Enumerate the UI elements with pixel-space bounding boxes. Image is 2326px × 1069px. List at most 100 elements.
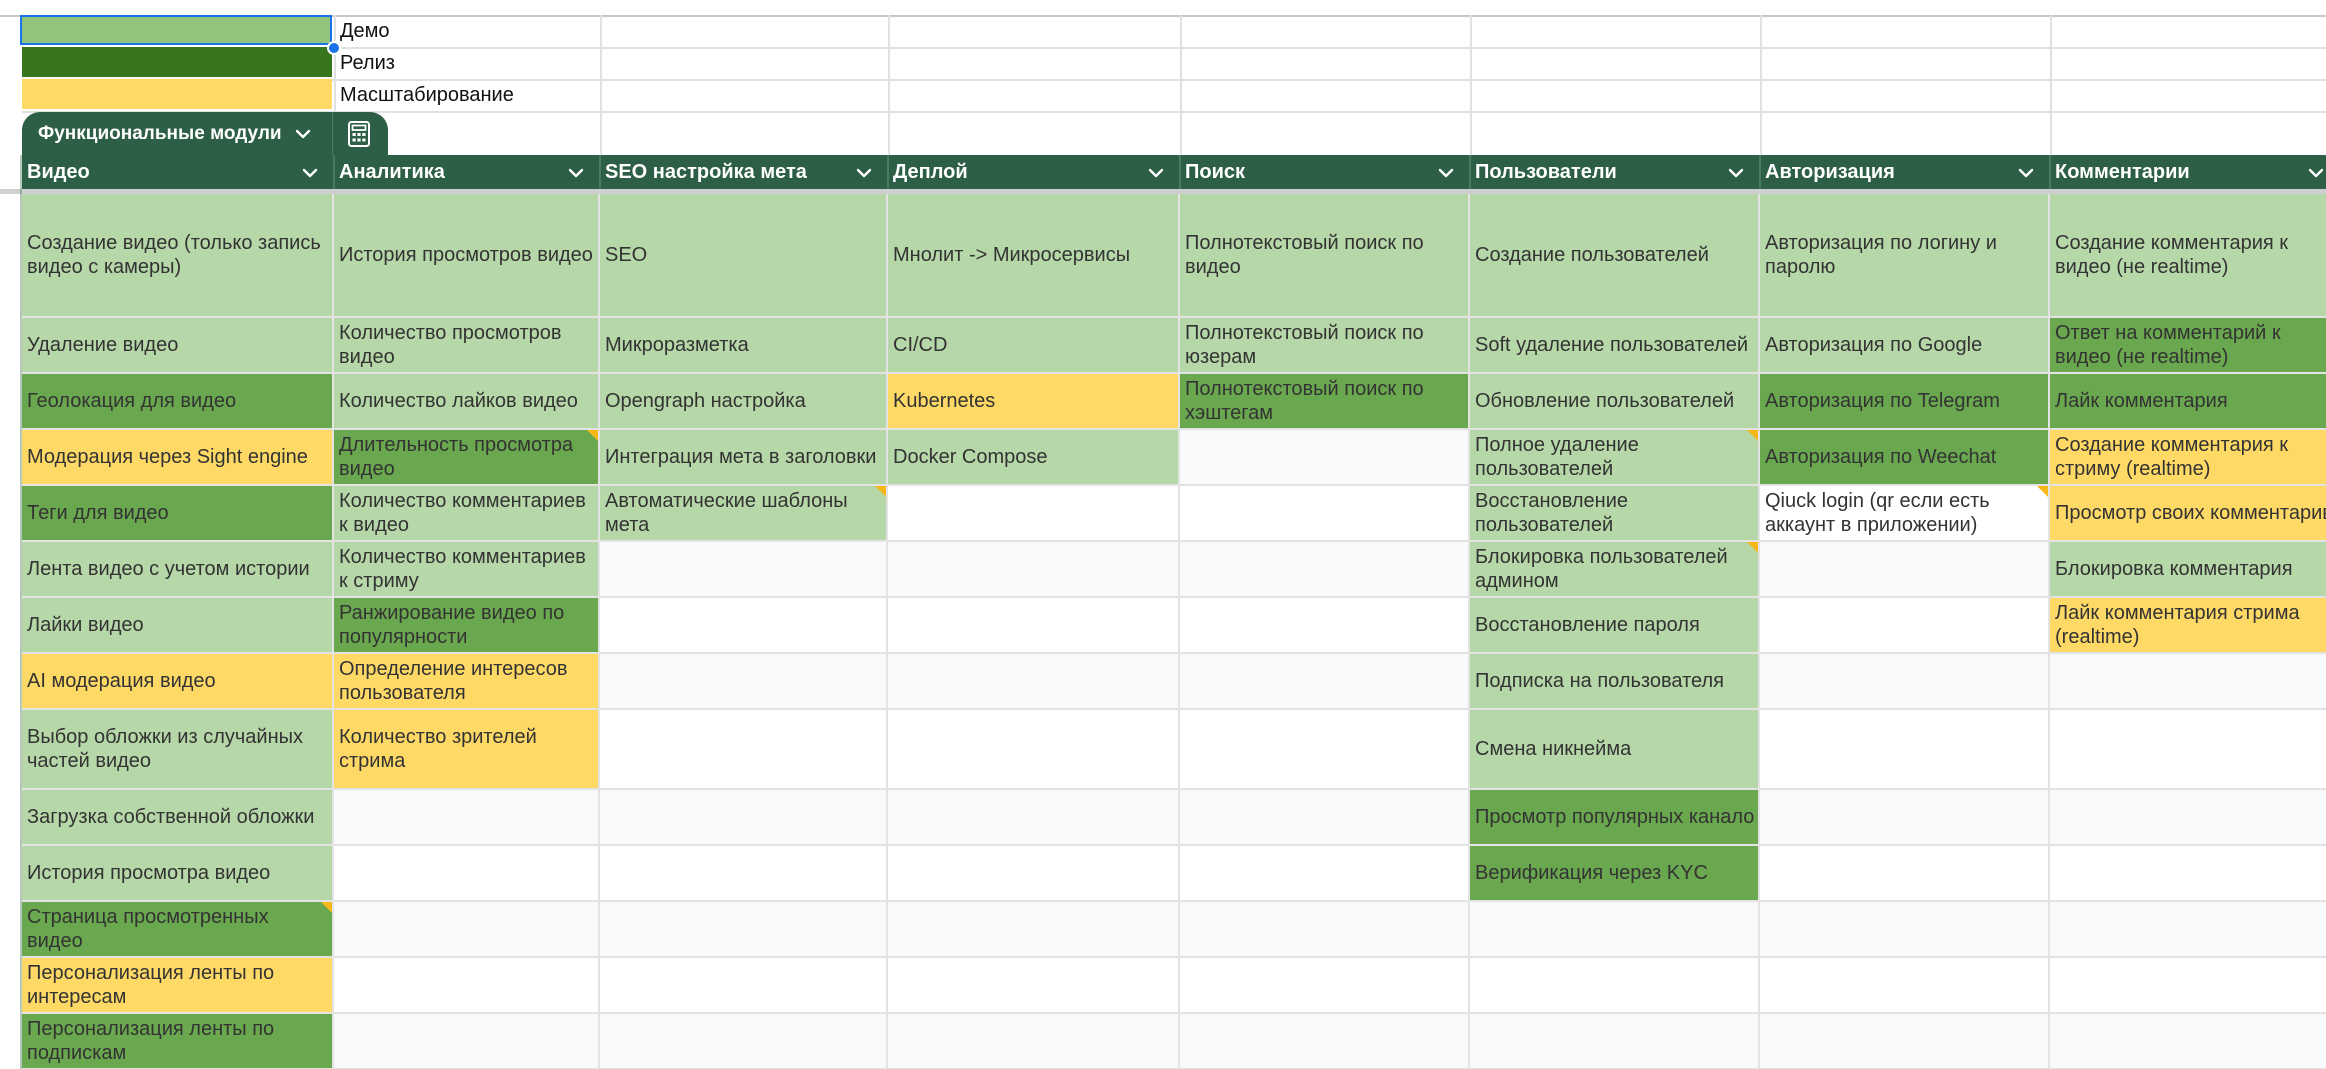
table-cell[interactable]: AI модерация видео	[22, 654, 334, 710]
table-cell[interactable]: Создание видео (только запись видео с ка…	[22, 194, 334, 318]
table-cell[interactable]: Блокировка пользователей админом	[1470, 542, 1760, 598]
column-header[interactable]: Аналитика	[334, 155, 600, 189]
table-name-tab[interactable]: Функциональные модули	[22, 112, 388, 155]
column-header[interactable]: Видео	[22, 155, 334, 189]
table-cell[interactable]	[1760, 958, 2050, 1014]
table-cell[interactable]: Выбор обложки из случайных частей видео	[22, 710, 334, 790]
table-cell[interactable]	[1760, 542, 2050, 598]
table-cell[interactable]	[1760, 710, 2050, 790]
table-cell[interactable]	[1760, 846, 2050, 902]
table-cell[interactable]: Длительность просмотра видео	[334, 430, 600, 486]
column-header[interactable]: Комментарии	[2050, 155, 2326, 189]
comment-marker[interactable]	[1747, 542, 1758, 553]
table-cell[interactable]: Количество зрителей стрима	[334, 710, 600, 790]
table-cell[interactable]	[1180, 430, 1470, 486]
table-cell[interactable]	[334, 846, 600, 902]
table-cell[interactable]	[888, 790, 1180, 846]
table-cell[interactable]: История просмотров видео	[334, 194, 600, 318]
chevron-down-icon[interactable]	[2016, 163, 2036, 183]
table-cell[interactable]	[334, 790, 600, 846]
table-cell[interactable]: Интеграция мета в заголовки	[600, 430, 888, 486]
table-cell[interactable]	[1180, 902, 1470, 958]
table-cell[interactable]	[1470, 958, 1760, 1014]
table-cell[interactable]	[888, 598, 1180, 654]
table-cell[interactable]	[2050, 1014, 2326, 1069]
table-cell[interactable]: Создание комментария к стриму (realtime)	[2050, 430, 2326, 486]
table-cell[interactable]	[1180, 790, 1470, 846]
table-cell[interactable]: Страница просмотренных видео	[22, 902, 334, 958]
legend-color-swatch[interactable]	[22, 79, 332, 109]
table-cell[interactable]: Верификация через KYC	[1470, 846, 1760, 902]
table-cell[interactable]: Создание пользователей	[1470, 194, 1760, 318]
table-cell[interactable]: История просмотра видео	[22, 846, 334, 902]
table-cell[interactable]	[888, 958, 1180, 1014]
table-cell[interactable]	[1470, 1014, 1760, 1069]
table-cell[interactable]	[1760, 1014, 2050, 1069]
table-cell[interactable]: Docker Compose	[888, 430, 1180, 486]
table-cell[interactable]: Авторизация по Weechat	[1760, 430, 2050, 486]
column-header-separator[interactable]	[599, 155, 601, 189]
table-cell[interactable]: Удаление видео	[22, 318, 334, 374]
legend-color-swatch[interactable]	[22, 47, 332, 77]
table-cell[interactable]: Количество комментариев к видео	[334, 486, 600, 542]
table-cell[interactable]	[600, 1014, 888, 1069]
table-cell[interactable]: Полное удаление пользователей	[1470, 430, 1760, 486]
table-cell[interactable]	[2050, 654, 2326, 710]
table-cell[interactable]: Qiuck login (qr если есть аккаунт в прил…	[1760, 486, 2050, 542]
table-cell[interactable]: Количество комментариев к стриму	[334, 542, 600, 598]
table-cell[interactable]	[2050, 710, 2326, 790]
table-cell[interactable]: Авторизация по Google	[1760, 318, 2050, 374]
spreadsheet-grid[interactable]: Демо Релиз Масштабирование Функциональные …	[0, 0, 2326, 1069]
table-cell[interactable]	[1470, 902, 1760, 958]
column-header[interactable]: Поиск	[1180, 155, 1470, 189]
table-cell[interactable]: Авторизация по Telegram	[1760, 374, 2050, 430]
table-cell[interactable]	[1180, 1014, 1470, 1069]
legend-label[interactable]: Релиз	[340, 47, 395, 79]
table-cell[interactable]: Геолокация для видео	[22, 374, 334, 430]
table-cell[interactable]: Микроразметка	[600, 318, 888, 374]
table-cell[interactable]	[1180, 710, 1470, 790]
table-cell[interactable]	[600, 902, 888, 958]
chevron-down-icon[interactable]	[1726, 163, 1746, 183]
table-cell[interactable]: Просмотр своих комментарив	[2050, 486, 2326, 542]
column-header-separator[interactable]	[333, 155, 335, 189]
table-cell[interactable]	[334, 902, 600, 958]
table-cell[interactable]	[2050, 846, 2326, 902]
table-cell[interactable]: Полнотекстовый поиск по видео	[1180, 194, 1470, 318]
column-header-separator[interactable]	[2049, 155, 2051, 189]
table-cell[interactable]: Лайки видео	[22, 598, 334, 654]
table-cell[interactable]: Персонализация ленты по интересам	[22, 958, 334, 1014]
table-cell[interactable]	[1760, 790, 2050, 846]
table-cell[interactable]	[1760, 654, 2050, 710]
table-cell[interactable]	[1180, 958, 1470, 1014]
column-header-separator[interactable]	[1469, 155, 1471, 189]
table-cell[interactable]	[888, 846, 1180, 902]
table-cell[interactable]	[1180, 846, 1470, 902]
fill-handle[interactable]	[327, 41, 341, 55]
legend-color-swatch[interactable]	[22, 15, 332, 45]
table-cell[interactable]: Kubernetes	[888, 374, 1180, 430]
chevron-down-icon[interactable]	[1436, 163, 1456, 183]
table-cell[interactable]	[888, 1014, 1180, 1069]
table-cell[interactable]: Полнотекстовый поиск по юзерам	[1180, 318, 1470, 374]
legend-label[interactable]: Демо	[340, 15, 390, 47]
table-cell[interactable]: Модерация через Sight engine	[22, 430, 334, 486]
table-cell[interactable]	[888, 486, 1180, 542]
table-cell[interactable]: Загрузка собственной обложки	[22, 790, 334, 846]
table-cell[interactable]: Авторизация по логину и паролю	[1760, 194, 2050, 318]
table-cell[interactable]: Блокировка комментария	[2050, 542, 2326, 598]
table-cell[interactable]	[600, 598, 888, 654]
table-cell[interactable]: Теги для видео	[22, 486, 334, 542]
column-header-separator[interactable]	[1759, 155, 1761, 189]
table-cell[interactable]: Персонализация ленты по подпискам	[22, 1014, 334, 1069]
table-cell[interactable]: Обновление пользователей	[1470, 374, 1760, 430]
table-cell[interactable]	[600, 958, 888, 1014]
table-cell[interactable]	[888, 902, 1180, 958]
table-cell[interactable]: Ранжирование видео по популярности	[334, 598, 600, 654]
table-cell[interactable]: SEO	[600, 194, 888, 318]
table-cell[interactable]	[1180, 542, 1470, 598]
table-cell[interactable]	[600, 542, 888, 598]
table-cell[interactable]: CI/CD	[888, 318, 1180, 374]
chevron-down-icon[interactable]	[300, 163, 320, 183]
column-header[interactable]: Авторизация	[1760, 155, 2050, 189]
